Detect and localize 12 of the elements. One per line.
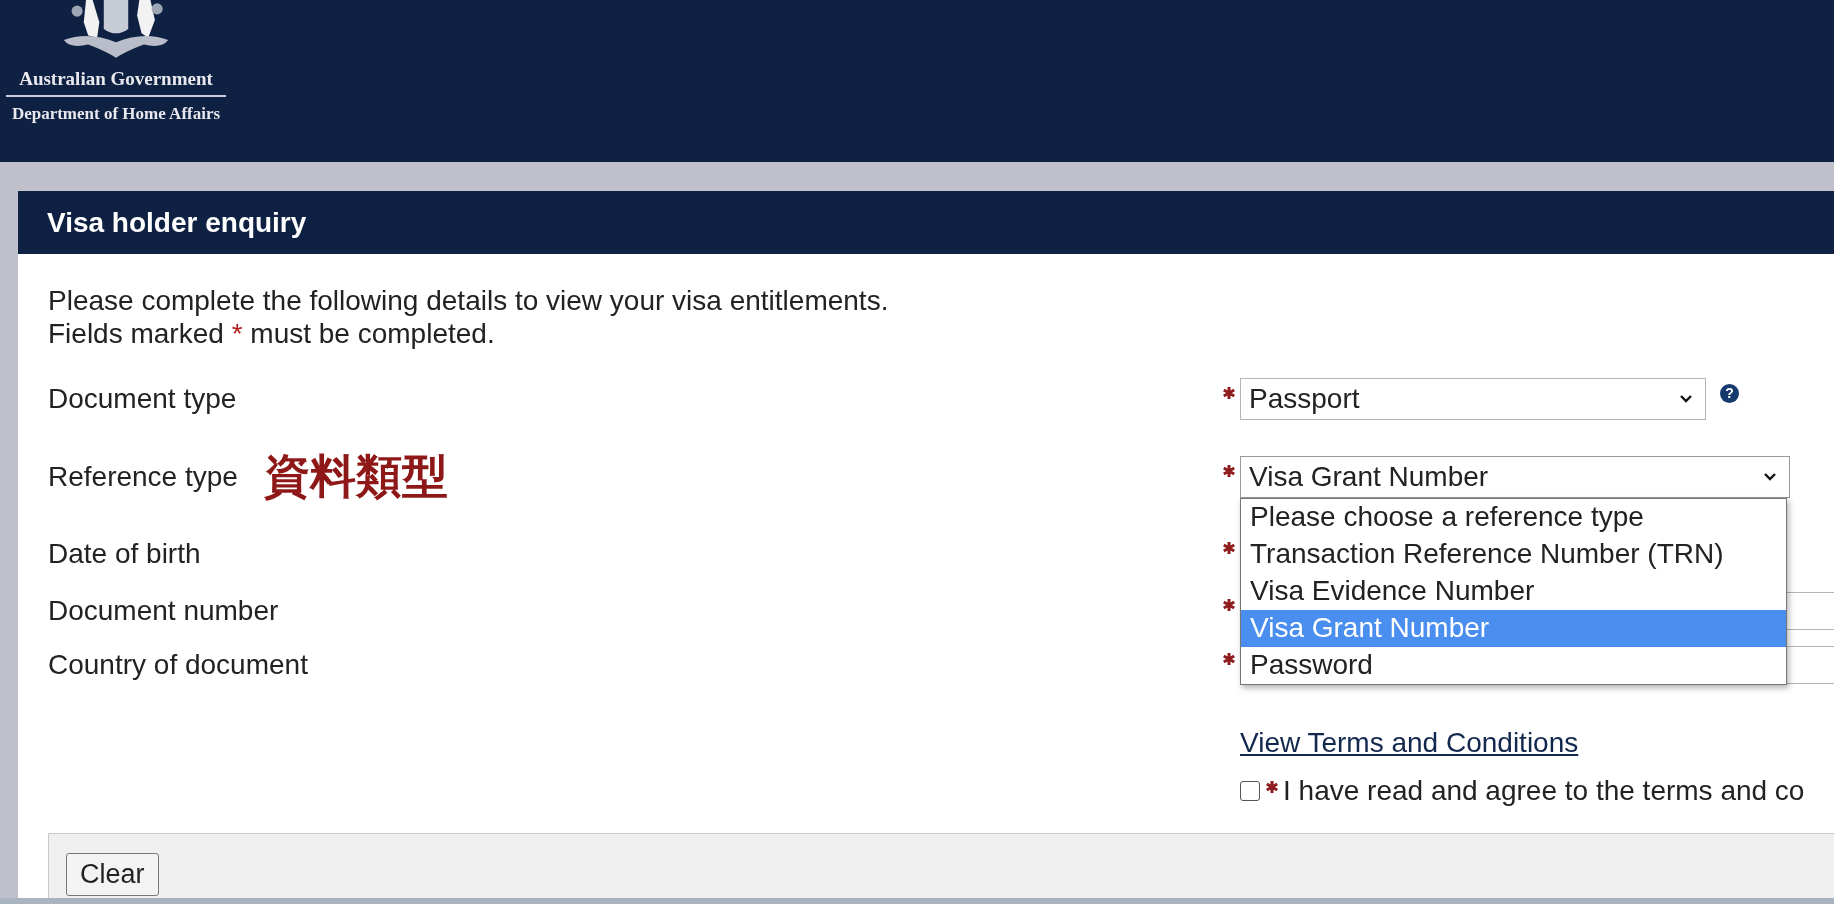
logo-text: Department of Home Affairs <box>11 104 221 124</box>
logo-text: Australian Government <box>19 68 213 90</box>
agree-label: I have read and agree to the terms and co <box>1283 775 1805 807</box>
intro-text: Please complete the following details to view your visa entitlements. <box>48 284 890 318</box>
field-label: Country of document <box>48 649 308 681</box>
field-label: Document type <box>48 383 237 415</box>
field-label: Reference type <box>48 461 238 493</box>
field-label: Date of birth <box>48 538 201 570</box>
required-note: Fields marked * must be completed. <box>48 318 495 349</box>
annotation-text: 資料類型 <box>263 448 448 505</box>
field-label: Document number <box>48 595 279 627</box>
panel-title: Visa holder enquiry <box>47 206 307 239</box>
